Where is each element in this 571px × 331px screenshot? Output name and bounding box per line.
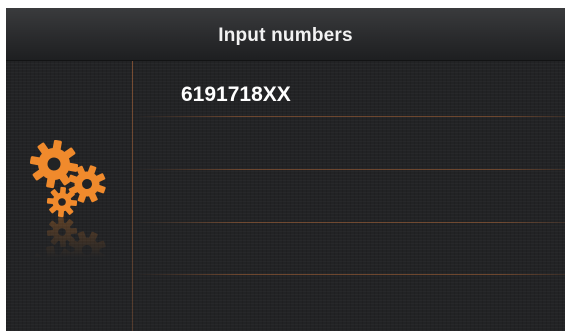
row-divider xyxy=(133,222,565,223)
app-screen: Input numbers 6191718XX xyxy=(6,8,565,331)
page-title: Input numbers xyxy=(218,25,353,46)
gears-icon xyxy=(30,140,110,258)
title-bar: Input numbers xyxy=(6,8,565,61)
number-input-display[interactable]: 6191718XX xyxy=(181,83,291,107)
row-divider xyxy=(133,116,565,117)
row-divider xyxy=(133,274,565,275)
sidebar-divider xyxy=(132,61,133,331)
row-divider xyxy=(133,169,565,170)
